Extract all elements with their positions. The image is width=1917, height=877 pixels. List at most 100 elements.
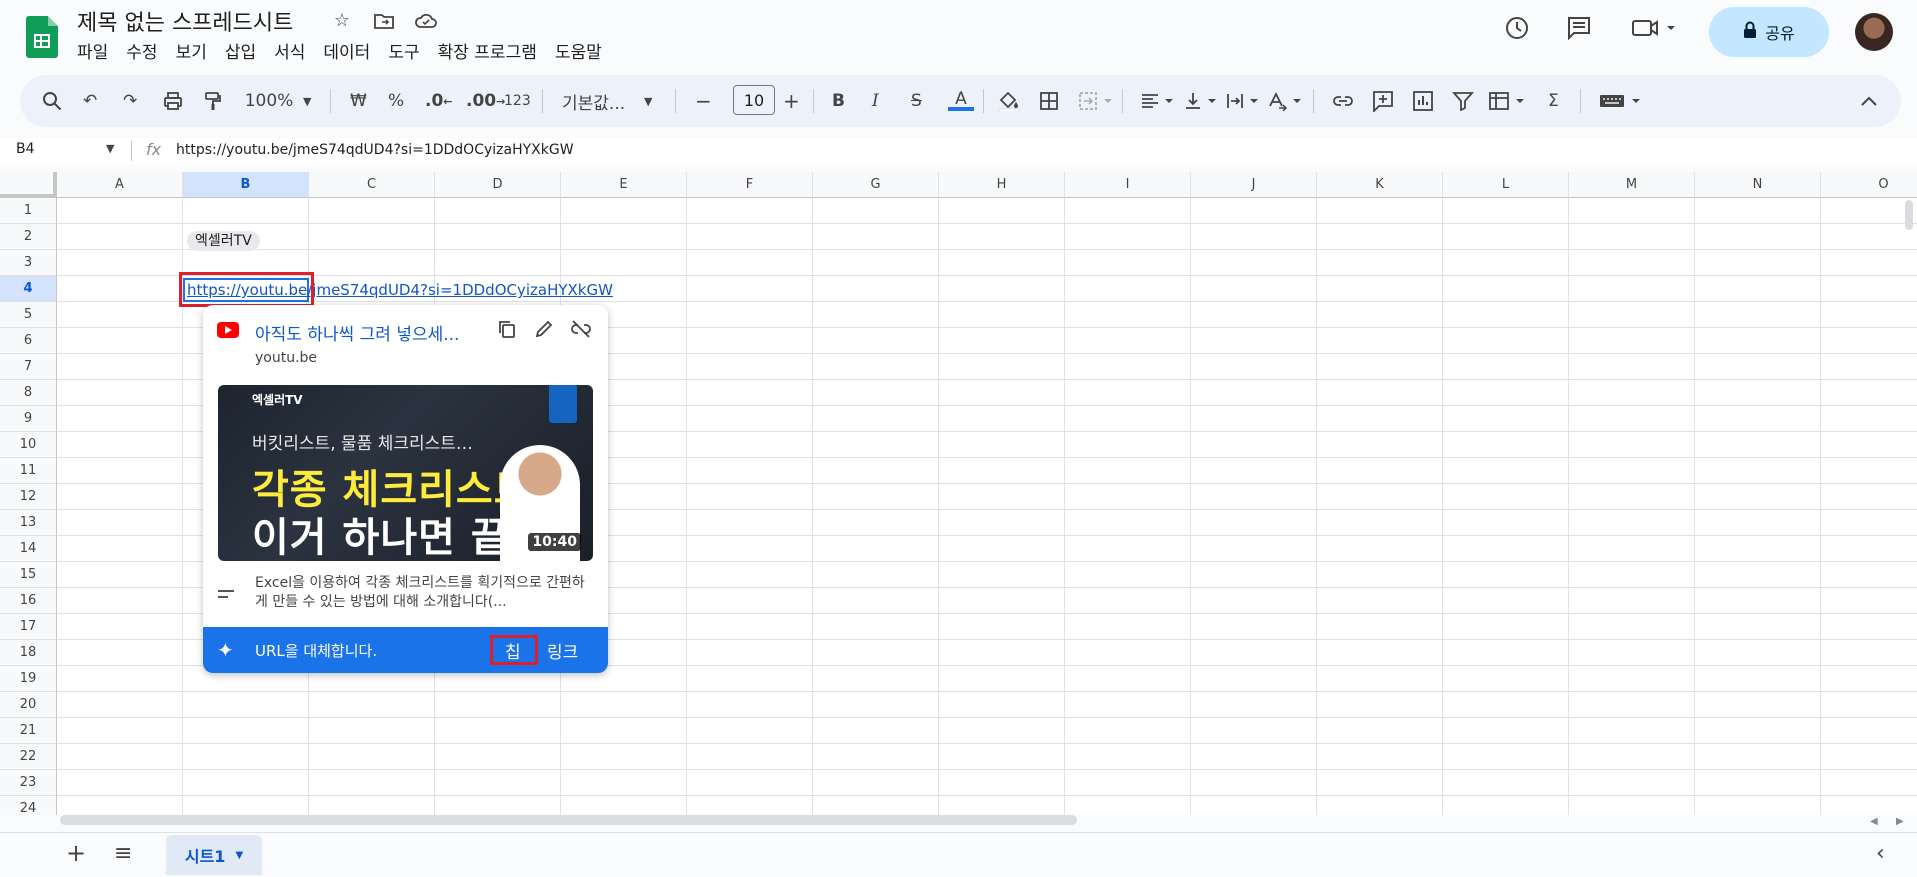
row-header[interactable]: 15 [0, 562, 57, 588]
collapse-toolbar-icon[interactable] [1860, 89, 1878, 113]
cloud-status-icon[interactable] [414, 10, 437, 32]
tab-sheet1[interactable]: 시트1 ▼ [166, 835, 262, 875]
menu-file[interactable]: 파일 [77, 38, 108, 63]
borders-icon[interactable] [1039, 89, 1059, 113]
menu-data[interactable]: 데이터 [323, 38, 370, 63]
menu-extensions[interactable]: 확장 프로그램 [438, 38, 537, 63]
comments-icon[interactable] [1565, 14, 1593, 46]
bold-icon[interactable]: B [832, 89, 845, 113]
version-history-icon[interactable] [1503, 14, 1531, 46]
text-wrapping-icon[interactable] [1225, 89, 1265, 113]
sheets-logo-icon[interactable] [26, 16, 58, 58]
row-header[interactable]: 11 [0, 458, 57, 484]
menu-edit[interactable]: 수정 [126, 38, 157, 63]
copy-link-icon[interactable] [495, 319, 519, 343]
collapse-side-panel-icon[interactable]: ‹ [1876, 841, 1885, 866]
percent-format-button[interactable]: % [388, 89, 404, 113]
column-header[interactable]: N [1695, 172, 1821, 198]
input-tools-icon[interactable] [1598, 89, 1648, 113]
vertical-scrollbar[interactable] [1905, 200, 1913, 230]
text-rotation-icon[interactable] [1267, 89, 1307, 113]
chevron-down-icon[interactable]: ▼ [644, 89, 652, 113]
remove-link-icon[interactable] [569, 319, 593, 343]
currency-format-button[interactable]: ₩ [350, 89, 367, 113]
row-header[interactable]: 7 [0, 354, 57, 380]
add-sheet-icon[interactable]: + [66, 839, 86, 867]
filter-icon[interactable] [1452, 89, 1474, 113]
horizontal-align-icon[interactable] [1140, 89, 1180, 113]
column-header[interactable]: J [1191, 172, 1317, 198]
decrease-decimal-button[interactable]: .0 ← [425, 89, 453, 113]
insert-comment-icon[interactable] [1372, 89, 1394, 113]
row-header[interactable]: 13 [0, 510, 57, 536]
move-folder-icon[interactable] [373, 10, 395, 32]
column-header[interactable]: C [309, 172, 435, 198]
document-title[interactable]: 제목 없는 스프레드시트 [77, 5, 293, 37]
functions-icon[interactable]: Σ [1548, 89, 1559, 113]
insert-chart-icon[interactable] [1412, 89, 1434, 113]
column-header[interactable]: M [1569, 172, 1695, 198]
redo-icon[interactable]: ↷ [123, 89, 137, 113]
formula-input[interactable]: https://youtu.be/jmeS74qdUD4?si=1DDdOCyi… [176, 142, 574, 158]
scroll-right-icon[interactable]: ▶ [1896, 816, 1904, 827]
row-header[interactable]: 24 [0, 796, 57, 815]
scroll-left-icon[interactable]: ◀ [1870, 816, 1878, 827]
row-header[interactable]: 16 [0, 588, 57, 614]
chevron-down-icon[interactable]: ▼ [235, 850, 243, 861]
chevron-down-icon[interactable]: ▼ [106, 142, 114, 155]
avatar[interactable] [1855, 13, 1893, 51]
row-header[interactable]: 20 [0, 692, 57, 718]
column-header[interactable]: O [1821, 172, 1917, 198]
column-header[interactable]: L [1443, 172, 1569, 198]
link-button[interactable]: 링크 [547, 638, 578, 663]
print-icon[interactable] [163, 89, 183, 113]
more-formats-button[interactable]: 123 [504, 89, 531, 113]
insert-link-icon[interactable] [1332, 89, 1354, 113]
chevron-down-icon[interactable]: ▼ [303, 89, 311, 113]
search-icon[interactable] [42, 89, 62, 113]
row-header[interactable]: 9 [0, 406, 57, 432]
column-header[interactable]: D [435, 172, 561, 198]
font-size-input[interactable]: 10 [733, 85, 775, 115]
column-header[interactable]: H [939, 172, 1065, 198]
decrease-font-size-icon[interactable]: − [695, 89, 712, 113]
row-header[interactable]: 6 [0, 328, 57, 354]
row-header[interactable]: 1 [0, 198, 57, 224]
column-header[interactable]: K [1317, 172, 1443, 198]
column-header[interactable]: E [561, 172, 687, 198]
text-color-icon[interactable]: A [948, 89, 974, 113]
row-header[interactable]: 23 [0, 770, 57, 796]
row-header[interactable]: 17 [0, 614, 57, 640]
strikethrough-icon[interactable]: S [911, 89, 922, 113]
row-header[interactable]: 19 [0, 666, 57, 692]
menu-tools[interactable]: 도구 [388, 38, 419, 63]
row-header[interactable]: 22 [0, 744, 57, 770]
increase-decimal-button[interactable]: .00 → [466, 89, 505, 113]
menu-insert[interactable]: 삽입 [225, 38, 256, 63]
row-header[interactable]: 18 [0, 640, 57, 666]
row-header[interactable]: 12 [0, 484, 57, 510]
filter-views-icon[interactable] [1488, 89, 1530, 113]
row-header[interactable]: 3 [0, 250, 57, 276]
paint-format-icon[interactable] [203, 89, 223, 113]
horizontal-scrollbar[interactable] [60, 815, 1077, 825]
font-select[interactable]: 기본값... [562, 89, 647, 114]
menu-help[interactable]: 도움말 [555, 38, 602, 63]
meet-video-icon[interactable] [1630, 14, 1676, 46]
column-header[interactable]: I [1065, 172, 1191, 198]
row-header[interactable]: 8 [0, 380, 57, 406]
zoom-select[interactable]: 100% [244, 89, 294, 113]
menu-format[interactable]: 서식 [274, 38, 305, 63]
share-button[interactable]: 공유 [1709, 7, 1829, 57]
all-sheets-menu-icon[interactable]: ≡ [114, 841, 132, 866]
edit-link-icon[interactable] [532, 319, 556, 343]
row-header[interactable]: 10 [0, 432, 57, 458]
name-box[interactable]: B4 [16, 141, 35, 157]
fill-color-icon[interactable] [997, 89, 1021, 113]
column-header[interactable]: F [687, 172, 813, 198]
row-header[interactable]: 2 [0, 224, 57, 250]
merge-cells-icon[interactable] [1078, 89, 1118, 113]
select-all-corner[interactable] [0, 172, 57, 198]
column-header[interactable]: G [813, 172, 939, 198]
column-header[interactable]: B [183, 172, 309, 198]
